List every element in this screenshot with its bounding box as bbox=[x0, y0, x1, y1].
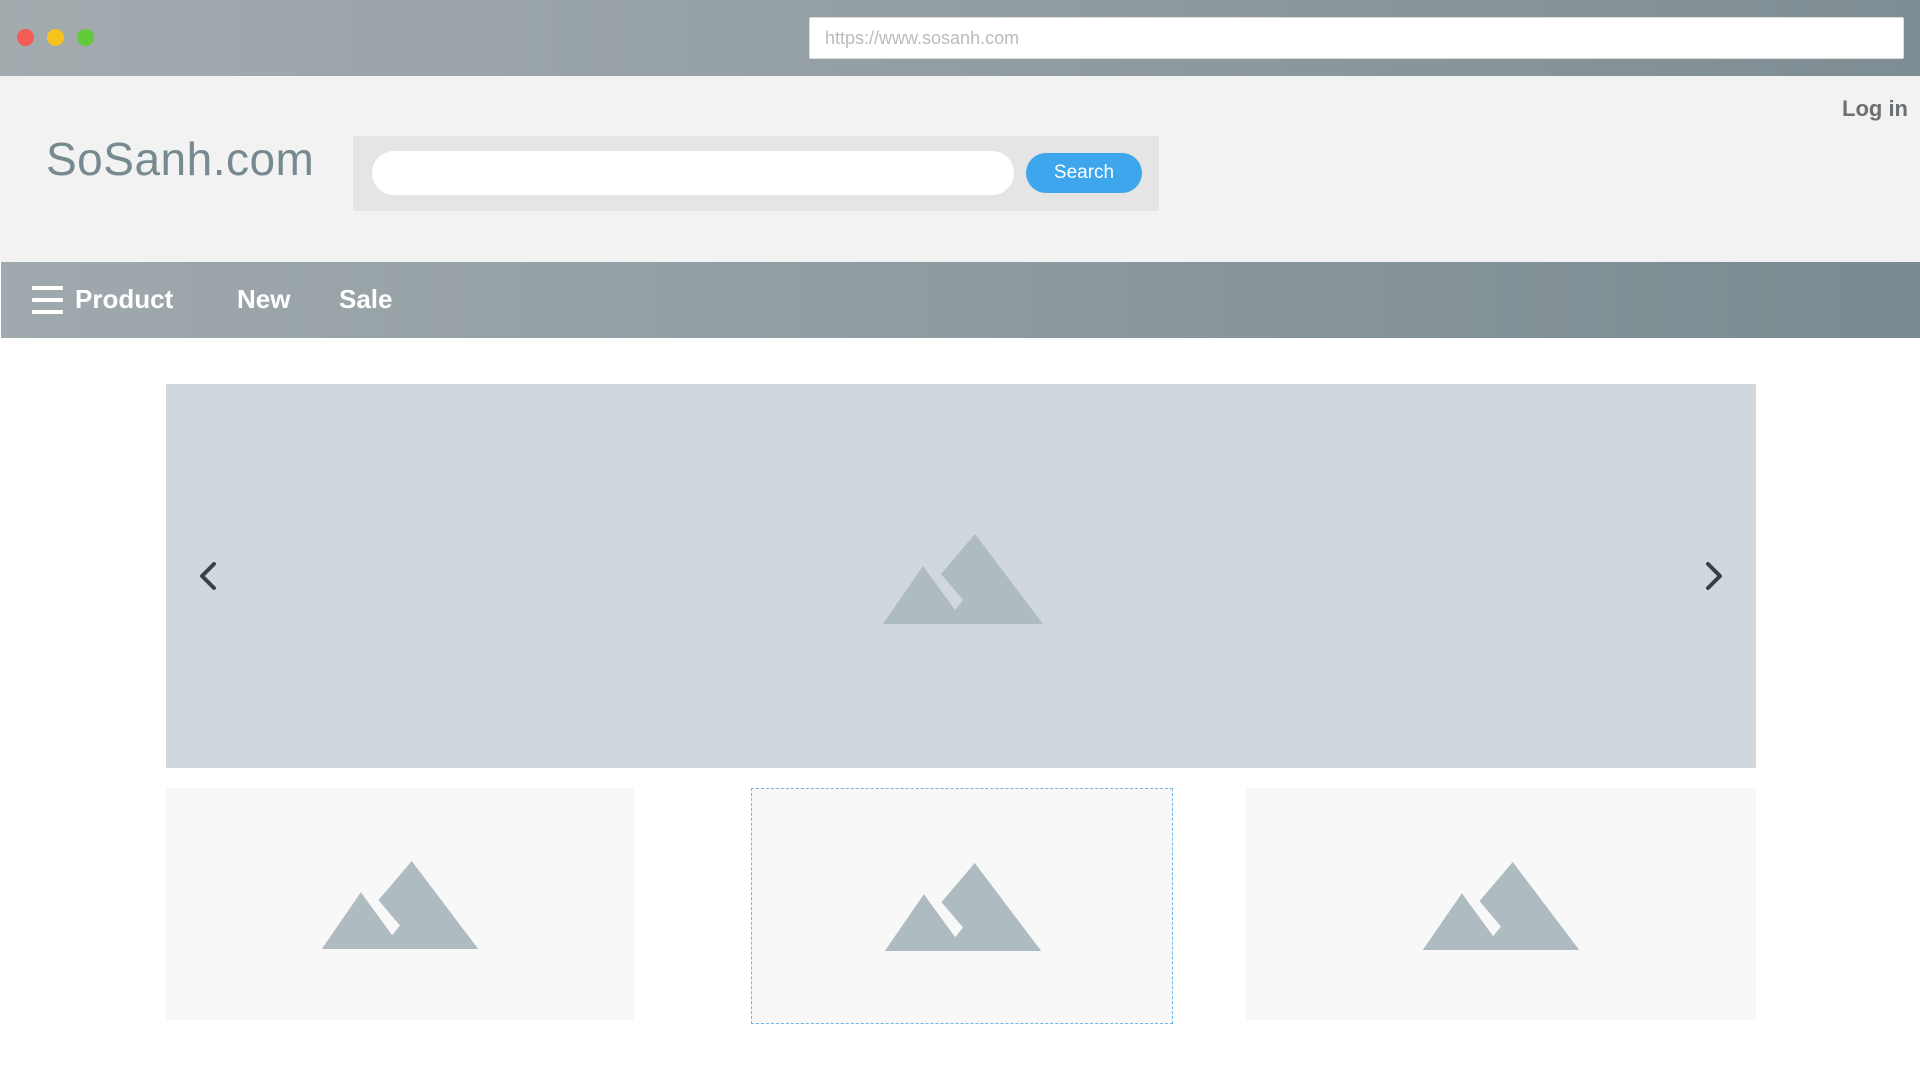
minimize-window-button[interactable] bbox=[47, 29, 64, 46]
browser-chrome: https://www.sosanh.com bbox=[0, 0, 1920, 76]
address-bar[interactable]: https://www.sosanh.com bbox=[809, 17, 1904, 59]
search-button[interactable]: Search bbox=[1026, 153, 1142, 193]
thumbnail-1[interactable] bbox=[166, 788, 634, 1020]
hero-carousel[interactable] bbox=[166, 384, 1756, 768]
login-link[interactable]: Log in bbox=[1842, 96, 1908, 122]
image-placeholder-icon bbox=[884, 863, 1042, 951]
main-nav: Product New Sale bbox=[1, 262, 1920, 338]
nav-item-sale[interactable]: Sale bbox=[339, 284, 393, 315]
maximize-window-button[interactable] bbox=[77, 29, 94, 46]
close-window-button[interactable] bbox=[17, 29, 34, 46]
hamburger-icon[interactable] bbox=[32, 286, 63, 314]
image-placeholder-icon bbox=[1422, 862, 1580, 950]
image-placeholder-icon bbox=[321, 861, 479, 949]
thumbnail-2-selected[interactable] bbox=[751, 788, 1173, 1024]
nav-item-product[interactable]: Product bbox=[75, 284, 173, 315]
site-logo[interactable]: SoSanh.com bbox=[46, 132, 314, 186]
search-input[interactable] bbox=[372, 151, 1014, 195]
thumbnail-3[interactable] bbox=[1246, 788, 1756, 1020]
image-placeholder-icon bbox=[883, 534, 1043, 624]
nav-item-new[interactable]: New bbox=[237, 284, 290, 315]
search-bar: Search bbox=[353, 136, 1159, 211]
chevron-left-icon[interactable] bbox=[188, 551, 228, 601]
chevron-right-icon[interactable] bbox=[1694, 551, 1734, 601]
site-header: SoSanh.com Search Log in bbox=[0, 76, 1920, 262]
